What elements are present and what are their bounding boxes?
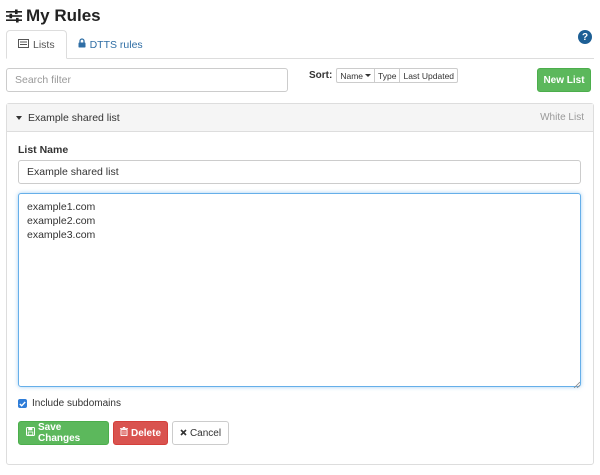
page-title: My Rules xyxy=(26,6,101,25)
sort-button-group: Name Type Last Updated xyxy=(336,68,459,83)
sort-last-updated-button[interactable]: Last Updated xyxy=(399,68,459,83)
sort-name-button[interactable]: Name xyxy=(336,68,376,83)
sort-type-button[interactable]: Type xyxy=(374,68,401,83)
list-type-label: White List xyxy=(540,112,584,123)
question-circle-icon[interactable]: ? xyxy=(578,30,592,44)
tab-lists[interactable]: Lists xyxy=(6,30,67,59)
cancel-button[interactable]: Cancel xyxy=(172,421,229,445)
list-name-input[interactable] xyxy=(18,160,581,184)
check-icon xyxy=(19,401,26,407)
trash-icon xyxy=(120,427,131,439)
floppy-disk-icon xyxy=(26,427,38,439)
list-panel: Example shared list White List List Name… xyxy=(6,103,594,465)
caret-down-icon xyxy=(16,115,22,120)
page-header: My Rules xyxy=(6,4,101,28)
domains-textarea[interactable]: example1.com example2.com example3.com xyxy=(18,193,581,387)
tab-dtts-rules-label: DTTS rules xyxy=(89,38,143,51)
tab-lists-label: Lists xyxy=(33,38,55,51)
save-changes-button[interactable]: Save Changes xyxy=(18,421,109,445)
tab-bar: Lists DTTS rules xyxy=(6,30,154,59)
include-subdomains-label: Include subdomains xyxy=(32,398,121,409)
sort-control: Sort: Name Type Last Updated xyxy=(309,68,459,83)
delete-button[interactable]: Delete xyxy=(113,421,168,445)
sort-label: Sort: xyxy=(309,70,333,81)
tab-dtts-rules[interactable]: DTTS rules xyxy=(67,30,154,59)
new-list-button[interactable]: New List xyxy=(537,68,591,92)
sort-name-label: Name xyxy=(340,70,364,81)
list-title: Example shared list xyxy=(28,111,120,124)
cancel-label: Cancel xyxy=(189,427,222,439)
action-buttons: Save Changes Delete Cancel xyxy=(18,421,233,445)
search-input[interactable] xyxy=(6,68,288,92)
include-subdomains-row: Include subdomains xyxy=(18,398,121,409)
caret-down-icon xyxy=(365,74,372,77)
sliders-icon xyxy=(6,9,22,23)
tab-divider xyxy=(6,58,594,59)
lock-icon xyxy=(78,38,90,51)
include-subdomains-checkbox[interactable] xyxy=(18,399,27,408)
delete-label: Delete xyxy=(131,427,162,439)
save-changes-label: Save Changes xyxy=(38,422,81,444)
list-icon xyxy=(18,38,33,51)
list-name-label: List Name xyxy=(18,144,69,156)
close-icon xyxy=(180,428,190,439)
list-panel-heading[interactable]: Example shared list White List xyxy=(7,104,593,132)
